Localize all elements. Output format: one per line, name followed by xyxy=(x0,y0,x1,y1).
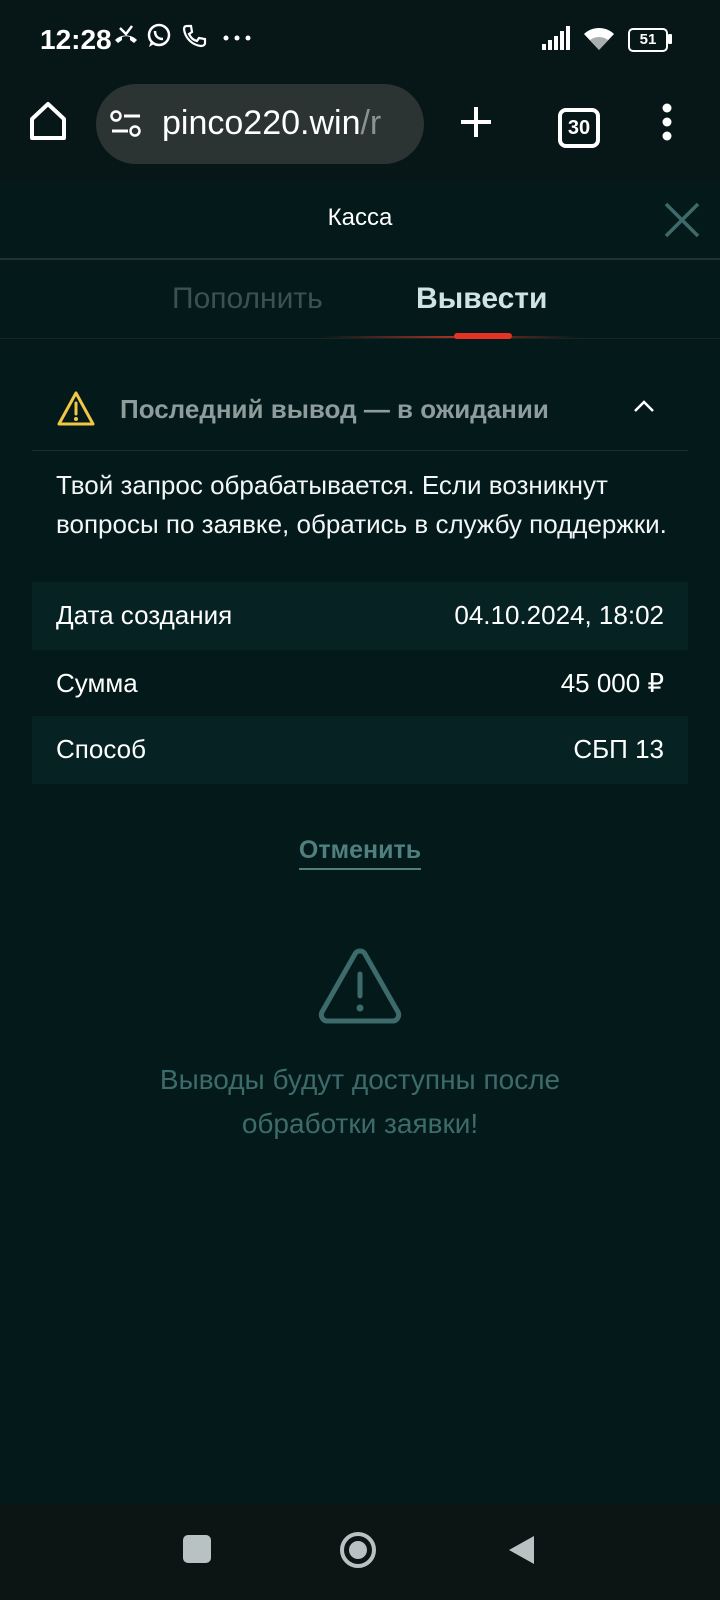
detail-value: 45 000 ₽ xyxy=(560,668,664,698)
withdrawal-notice: Выводы будут доступны после обработки за… xyxy=(0,1058,720,1146)
url-text: pinco220.win/r xyxy=(162,104,381,143)
tab-switcher-button[interactable]: 30 xyxy=(558,108,600,148)
signal-icon xyxy=(542,26,570,50)
notice-line-2: обработки заявки! xyxy=(241,1108,479,1139)
url-path: /r xyxy=(360,104,382,142)
wifi-icon xyxy=(584,28,614,50)
status-time: 12:28 xyxy=(40,24,112,55)
notice-line-1: Выводы будут доступны после xyxy=(159,1064,561,1095)
battery-level: 51 xyxy=(639,31,657,48)
battery-tip xyxy=(668,34,672,44)
detail-label: Дата создания xyxy=(56,600,233,630)
warning-icon xyxy=(57,391,95,426)
whatsapp-icon xyxy=(147,23,171,47)
site-settings-icon[interactable] xyxy=(110,110,142,138)
back-icon[interactable] xyxy=(506,1534,536,1566)
detail-row-method: Способ СБП 13 xyxy=(32,716,688,784)
system-nav-bar xyxy=(0,1504,720,1600)
tab-withdraw[interactable]: Вывести xyxy=(416,282,547,316)
large-warning-icon xyxy=(318,948,402,1024)
browser-toolbar: pinco220.win/r 30 xyxy=(0,78,720,182)
more-dots-icon xyxy=(223,35,251,41)
home-nav-icon[interactable] xyxy=(338,1530,378,1570)
home-icon[interactable] xyxy=(28,100,68,142)
missed-call-icon xyxy=(115,25,137,43)
status-bar: 12:28 51 xyxy=(0,0,720,78)
recent-apps-icon[interactable] xyxy=(182,1534,212,1564)
url-host: pinco220.win xyxy=(162,104,361,142)
call-icon xyxy=(182,24,207,48)
detail-label: Сумма xyxy=(56,668,138,698)
close-icon[interactable] xyxy=(662,200,702,240)
detail-row-amount: Сумма 45 000 ₽ xyxy=(32,650,688,718)
cancel-container: Отменить xyxy=(0,836,720,870)
chevron-up-icon[interactable] xyxy=(632,398,656,414)
page-title: Касса xyxy=(327,204,393,231)
tab-deposit[interactable]: Пополнить xyxy=(172,282,323,316)
detail-value: 04.10.2024, 18:02 xyxy=(454,600,664,630)
battery-icon: 51 xyxy=(628,28,668,52)
detail-label: Способ xyxy=(56,734,146,764)
cashier-tabs: Пополнить Вывести xyxy=(0,260,720,339)
cancel-link[interactable]: Отменить xyxy=(298,836,422,870)
address-bar[interactable]: pinco220.win/r xyxy=(96,84,424,164)
new-tab-icon[interactable] xyxy=(458,104,494,140)
pending-title: Последний вывод — в ожидании xyxy=(120,394,549,424)
active-tab-indicator xyxy=(454,333,512,339)
pending-message: Твой запрос обрабатывается. Если возникн… xyxy=(56,470,667,539)
browser-menu-icon[interactable] xyxy=(662,102,672,142)
pending-withdrawal-header[interactable]: Последний вывод — в ожидании xyxy=(32,372,688,451)
detail-row-date: Дата создания 04.10.2024, 18:02 xyxy=(32,582,688,650)
cashier-header: Касса xyxy=(0,182,720,260)
detail-value: СБП 13 xyxy=(573,734,664,764)
tab-glow xyxy=(320,336,580,338)
